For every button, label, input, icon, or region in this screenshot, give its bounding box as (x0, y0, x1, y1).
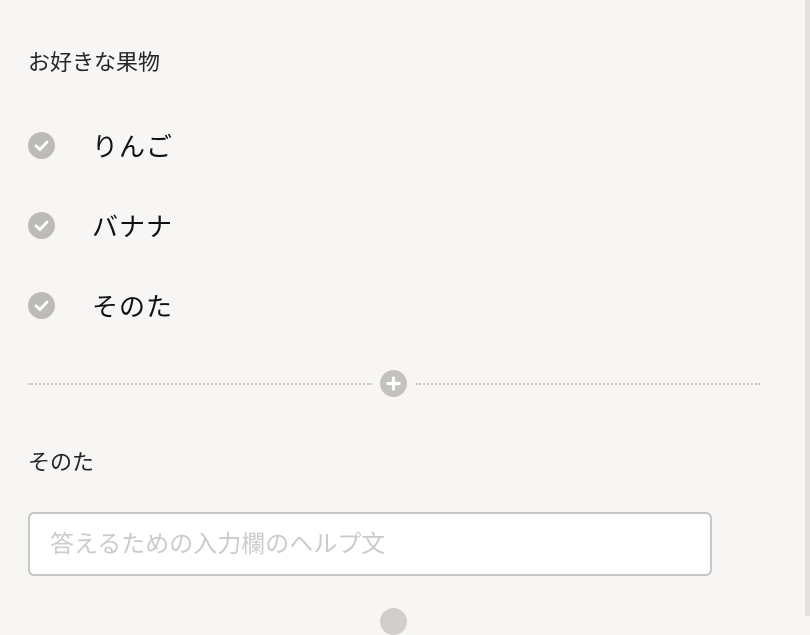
form-panel: お好きな果物 りんご バナナ そのた そのた (0, 0, 805, 635)
scrollbar-track[interactable] (805, 0, 810, 616)
check-circle-icon (28, 131, 55, 159)
check-circle-icon (28, 211, 55, 239)
plus-circle-icon[interactable] (380, 370, 407, 397)
option-label: そのた (92, 292, 174, 323)
other-answer-input[interactable] (28, 512, 712, 576)
option-banana[interactable]: バナナ (28, 205, 173, 245)
check-circle-icon (28, 291, 55, 319)
question-title-other: そのた (28, 451, 95, 476)
option-label: バナナ (92, 212, 174, 243)
plus-circle-icon[interactable] (380, 608, 407, 635)
divider-line (416, 383, 760, 385)
option-apple[interactable]: りんご (28, 125, 173, 165)
option-other[interactable]: そのた (28, 285, 173, 325)
add-question-divider (28, 370, 760, 398)
question-title-favorite-fruit: お好きな果物 (28, 51, 161, 76)
divider-line (28, 383, 372, 385)
option-label: りんご (92, 132, 174, 163)
